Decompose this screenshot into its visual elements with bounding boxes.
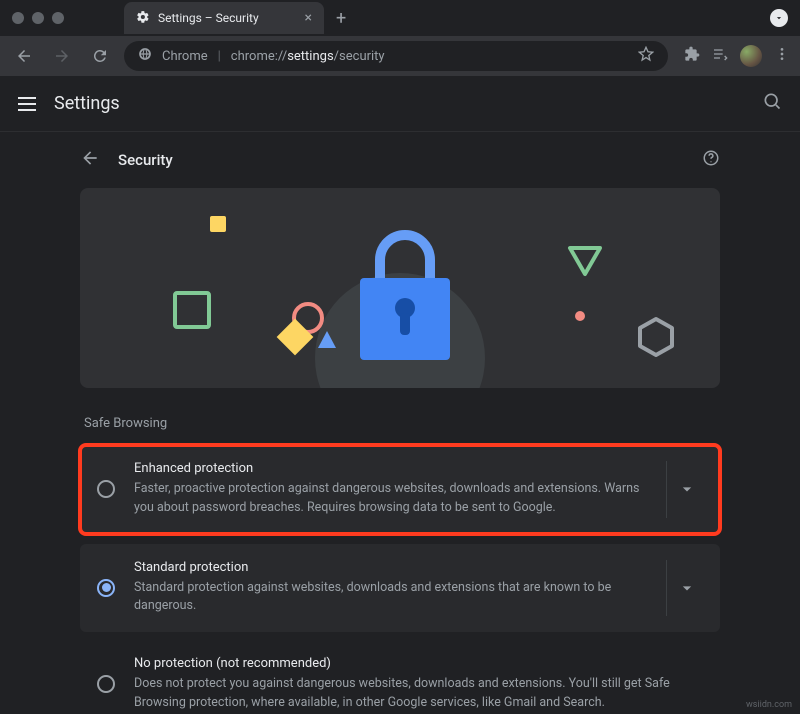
close-tab-button[interactable]: × bbox=[305, 10, 312, 26]
profile-avatar[interactable] bbox=[740, 45, 762, 67]
option-title: No protection (not recommended) bbox=[134, 656, 706, 671]
url-text: chrome://settings/security bbox=[231, 49, 385, 64]
watermark: wsiidn.com bbox=[746, 700, 792, 710]
bookmark-icon[interactable] bbox=[638, 46, 654, 66]
settings-title: Settings bbox=[54, 93, 120, 114]
option-no-protection[interactable]: No protection (not recommended) Does not… bbox=[80, 642, 720, 713]
option-title: Enhanced protection bbox=[134, 461, 648, 476]
browser-toolbar: Chrome | chrome://settings/security bbox=[0, 36, 800, 76]
option-standard-protection[interactable]: Standard protection Standard protection … bbox=[80, 544, 720, 633]
settings-content: Security Safe Browsing bbox=[0, 132, 800, 713]
traffic-lights bbox=[12, 12, 64, 24]
hamburger-menu-icon[interactable] bbox=[18, 97, 36, 111]
option-description: Does not protect you against dangerous w… bbox=[134, 675, 706, 713]
radio-standard[interactable] bbox=[88, 579, 124, 597]
tab-title: Settings – Security bbox=[158, 11, 259, 25]
expand-button[interactable] bbox=[666, 461, 706, 518]
browser-tab[interactable]: Settings – Security × bbox=[124, 2, 324, 34]
option-enhanced-protection[interactable]: Enhanced protection Faster, proactive pr… bbox=[80, 445, 720, 534]
new-tab-button[interactable]: + bbox=[336, 8, 346, 29]
url-label: Chrome bbox=[162, 49, 208, 64]
option-description: Standard protection against websites, do… bbox=[134, 579, 648, 617]
minimize-window-button[interactable] bbox=[32, 12, 44, 24]
back-arrow-icon[interactable] bbox=[80, 148, 100, 172]
forward-button[interactable] bbox=[48, 42, 76, 70]
page-title: Security bbox=[118, 151, 173, 169]
reload-button[interactable] bbox=[86, 42, 114, 70]
window-titlebar: Settings – Security × + bbox=[0, 0, 800, 36]
url-separator: | bbox=[218, 49, 221, 64]
radio-no-protection[interactable] bbox=[88, 656, 124, 713]
back-button[interactable] bbox=[10, 42, 38, 70]
address-bar[interactable]: Chrome | chrome://settings/security bbox=[124, 41, 668, 71]
option-description: Faster, proactive protection against dan… bbox=[134, 480, 648, 518]
gear-icon bbox=[136, 10, 150, 27]
close-window-button[interactable] bbox=[12, 12, 24, 24]
help-icon[interactable] bbox=[702, 149, 720, 171]
site-info-icon[interactable] bbox=[138, 47, 152, 65]
security-hero-illustration bbox=[80, 188, 720, 388]
menu-icon[interactable] bbox=[774, 46, 790, 66]
settings-app-header: Settings bbox=[0, 76, 800, 132]
option-title: Standard protection bbox=[134, 560, 648, 575]
maximize-window-button[interactable] bbox=[52, 12, 64, 24]
expand-button[interactable] bbox=[666, 560, 706, 617]
dropdown-icon[interactable] bbox=[770, 9, 788, 27]
extensions-icon[interactable] bbox=[684, 46, 700, 66]
page-header: Security bbox=[80, 132, 720, 188]
radio-enhanced[interactable] bbox=[88, 480, 124, 498]
reading-list-icon[interactable] bbox=[712, 46, 728, 66]
section-label: Safe Browsing bbox=[84, 416, 720, 431]
search-icon[interactable] bbox=[762, 91, 782, 116]
